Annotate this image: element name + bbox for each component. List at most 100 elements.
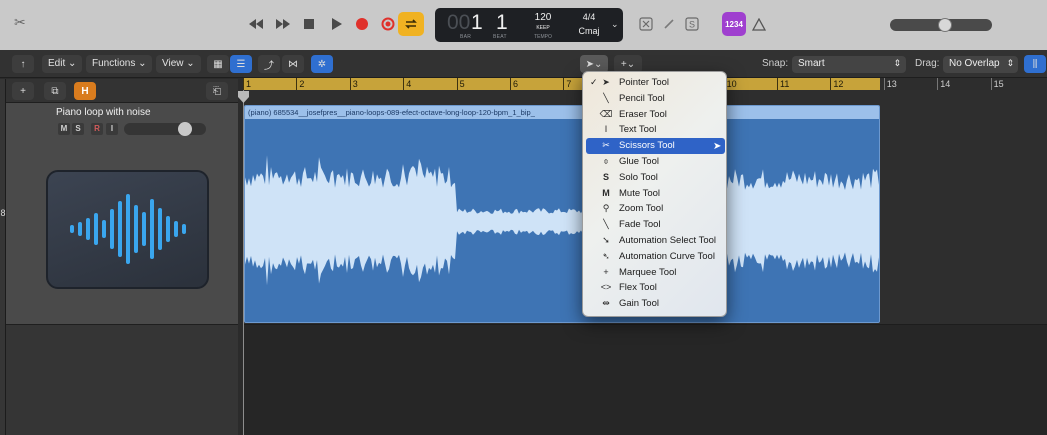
waveform-zoom-button[interactable]: ⫼ — [1024, 55, 1046, 73]
menu-item-solo-tool[interactable]: S Solo Tool — [586, 170, 725, 186]
tuner-button[interactable] — [634, 12, 658, 36]
duplicate-track-button[interactable]: ⧉ — [44, 82, 66, 100]
rewind-icon — [249, 19, 263, 29]
region-waveform — [245, 155, 879, 286]
back-arrow-icon: ↑ — [20, 58, 26, 70]
audio-region[interactable]: (piano) 685534__josefpres__piano-loops-0… — [244, 105, 880, 323]
solo-button[interactable]: S — [72, 123, 84, 135]
playhead-handle-icon — [238, 91, 249, 103]
lcd-display[interactable]: 00 1 1 BAR BEAT 120 KEEP TEMPO 4/4 Cmaj … — [435, 8, 623, 42]
track-area-toggle-button[interactable]: ⎗ — [206, 82, 228, 100]
waveform-bar — [166, 216, 170, 242]
waveform-bar — [118, 201, 122, 257]
snap-select[interactable]: Smart ⇕ — [792, 56, 906, 73]
menu-item-pointer-tool[interactable]: ✓ ➤ Pointer Tool — [586, 75, 725, 91]
track-header[interactable]: Piano loop with noise M S R I — [6, 103, 238, 325]
menu-item-glue-tool[interactable]: ⌽ Glue Tool — [586, 154, 725, 170]
playhead-handle[interactable] — [238, 90, 249, 103]
fade-icon: ╲ — [603, 219, 609, 230]
pointer-tool-icon: ➤⌄ — [585, 58, 603, 70]
input-monitor-button[interactable]: I — [106, 123, 118, 135]
master-volume-knob[interactable] — [938, 18, 953, 32]
cycle-button[interactable] — [398, 12, 424, 36]
play-button[interactable] — [324, 12, 348, 36]
scissors-icon: ✂ — [602, 140, 610, 151]
drag-label: Drag: — [915, 58, 940, 69]
menu-item-eraser-tool[interactable]: ⌫ Eraser Tool — [586, 107, 725, 123]
pointer-icon: ➤ — [602, 77, 610, 87]
forward-icon — [276, 19, 290, 29]
menu-item-scissors-tool[interactable]: ✂ Scissors Tool ➤ — [586, 138, 725, 154]
hide-button[interactable]: H — [74, 82, 96, 100]
rewind-button[interactable] — [244, 12, 268, 36]
track-volume-knob[interactable] — [178, 122, 193, 136]
lcd-chevron-down-icon[interactable]: ⌄ — [611, 19, 619, 30]
zoom-icon: ⚲ — [602, 203, 610, 214]
menu-item-fade-tool[interactable]: ╲ Fade Tool — [586, 217, 725, 233]
menu-item-label: Automation Curve Tool — [619, 250, 715, 262]
track-volume-slider[interactable] — [124, 122, 206, 136]
record-enable-button[interactable]: R — [91, 123, 103, 135]
metronome-button[interactable]: S — [680, 12, 704, 36]
menu-item-automation-select-tool[interactable]: ➘ Automation Select Tool — [586, 233, 725, 249]
catch-icon: ✲ — [317, 58, 327, 70]
forward-button[interactable] — [271, 12, 295, 36]
drag-select[interactable]: No Overlap ⇕ — [943, 56, 1018, 73]
chevron-down-icon: ⌄ — [138, 58, 147, 69]
snap-value: Smart — [798, 58, 825, 69]
list-view-button[interactable]: ☰ — [230, 55, 252, 73]
count-in-button[interactable] — [657, 12, 681, 36]
menu-item-label: Fade Tool — [619, 219, 661, 231]
menu-item-marquee-tool[interactable]: + Marquee Tool — [586, 265, 725, 281]
ruler-bar-number: 7 — [563, 78, 571, 90]
scissors-icon[interactable]: ✂ — [14, 14, 26, 31]
metronome-icon: S — [685, 17, 699, 31]
add-track-label: + — [20, 85, 26, 97]
svg-text:S: S — [689, 20, 695, 30]
ruler-bar-number: 14 — [937, 78, 950, 90]
menu-item-mute-tool[interactable]: M Mute Tool — [586, 186, 725, 202]
add-track-button[interactable]: + — [12, 82, 34, 100]
menu-item-label: Text Tool — [619, 124, 657, 136]
master-volume-slider[interactable] — [890, 18, 992, 32]
edit-menu[interactable]: Edit ⌄ — [42, 55, 82, 73]
text-cursor-icon: I — [604, 124, 608, 135]
menu-item-zoom-tool[interactable]: ⚲ Zoom Tool — [586, 201, 725, 217]
list-view-icon: ☰ — [236, 58, 246, 70]
marquee-tool-icon: +⌄ — [620, 58, 636, 70]
track-name[interactable]: Piano loop with noise — [56, 107, 151, 118]
ruler-bar-number: 2 — [296, 78, 304, 90]
warning-button[interactable] — [747, 12, 771, 36]
count-badge[interactable]: 1234 — [722, 12, 746, 36]
back-button[interactable]: ↑ — [12, 55, 34, 73]
key-signature: Cmaj — [578, 26, 600, 36]
bar-leading-zeros: 00 — [447, 11, 471, 34]
play-icon — [332, 18, 342, 30]
stop-button[interactable] — [297, 12, 321, 36]
grid-view-button[interactable]: ▦ — [207, 55, 229, 73]
automation-button[interactable]: ⤴ — [258, 55, 280, 73]
crossfade-button[interactable]: ⋈ — [282, 55, 304, 73]
menu-item-label: Zoom Tool — [619, 203, 664, 215]
tempo-keep: KEEP — [536, 25, 550, 31]
ruler-bar-number: 6 — [510, 78, 518, 90]
automation-select-icon: ➘ — [602, 235, 610, 245]
menu-item-gain-tool[interactable]: ⇹ Gain Tool — [586, 296, 725, 312]
track-icon[interactable] — [46, 170, 209, 289]
menu-item-text-tool[interactable]: I Text Tool — [586, 122, 725, 138]
replace-record-button[interactable] — [376, 12, 400, 36]
menu-item-label: Gain Tool — [619, 298, 659, 310]
tool-menu[interactable]: ✓ ➤ Pointer Tool ╲ Pencil Tool ⌫ Eraser … — [582, 71, 727, 317]
record-button[interactable] — [350, 12, 374, 36]
tempo-caption: TEMPO — [534, 34, 552, 40]
menu-item-pencil-tool[interactable]: ╲ Pencil Tool — [586, 91, 725, 107]
catch-button[interactable]: ✲ — [311, 55, 333, 73]
view-menu[interactable]: View ⌄ — [156, 55, 201, 73]
ruler-bar-number: 11 — [777, 78, 789, 90]
menu-item-label: Eraser Tool — [619, 108, 667, 120]
ruler-bar-number: 12 — [830, 78, 843, 90]
menu-item-flex-tool[interactable]: <> Flex Tool — [586, 280, 725, 296]
menu-item-automation-curve-tool[interactable]: ➴ Automation Curve Tool — [586, 249, 725, 265]
functions-menu[interactable]: Functions ⌄ — [86, 55, 152, 73]
mute-button[interactable]: M — [58, 123, 70, 135]
